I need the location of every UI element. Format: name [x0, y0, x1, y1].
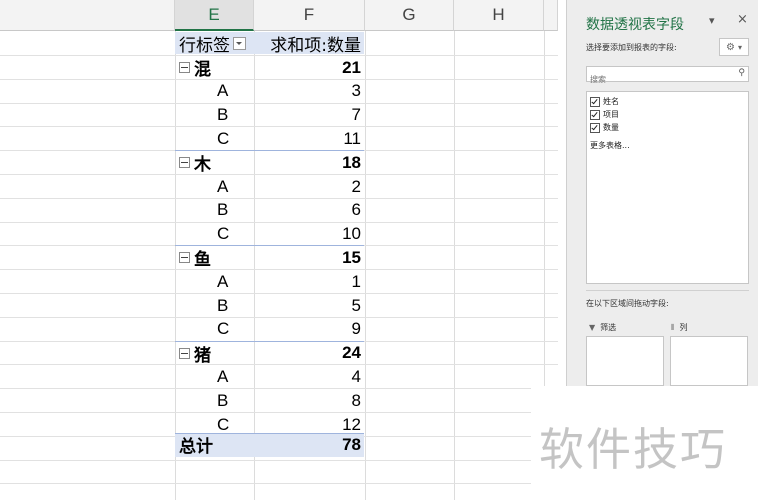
- item-value[interactable]: 7: [254, 104, 364, 127]
- collapse-minus-icon[interactable]: [179, 347, 190, 359]
- group-name: 鱼: [194, 250, 211, 271]
- item-value[interactable]: 6: [254, 199, 364, 222]
- item-label[interactable]: C: [175, 413, 253, 436]
- group-total[interactable]: 24: [254, 342, 364, 365]
- group-label[interactable]: 猪: [175, 342, 253, 366]
- collapse-minus-icon[interactable]: [179, 252, 190, 264]
- filter-drop-area[interactable]: [586, 336, 664, 386]
- gear-button[interactable]: ⚙ ▾: [719, 38, 749, 56]
- column-header-g[interactable]: G: [365, 0, 454, 31]
- item-label[interactable]: A: [175, 365, 253, 388]
- columns-area-text: 列: [679, 323, 688, 332]
- item-value[interactable]: 11: [254, 127, 364, 150]
- item-value[interactable]: 9: [254, 318, 364, 341]
- pivot-row-label-header[interactable]: 行标签: [175, 32, 253, 56]
- collapse-minus-icon[interactable]: [179, 62, 190, 73]
- item-label[interactable]: B: [175, 389, 253, 412]
- item-label[interactable]: A: [175, 175, 253, 198]
- gear-icon: ⚙: [726, 41, 735, 53]
- group-name: 猪: [194, 345, 211, 366]
- column-header-blank[interactable]: [0, 0, 175, 31]
- grand-total-value[interactable]: 78: [254, 433, 364, 456]
- filter-area-text: 筛选: [600, 323, 617, 332]
- item-value[interactable]: 2: [254, 175, 364, 198]
- chevron-down-icon: ▾: [737, 42, 742, 52]
- columns-icon: ⦀: [671, 322, 675, 332]
- pivot-sum-header[interactable]: 求和项:数量: [254, 32, 364, 56]
- collapse-minus-icon[interactable]: [179, 157, 190, 169]
- filter-area-label: ▼ 筛选: [589, 322, 616, 333]
- field-label: 姓名: [603, 97, 619, 106]
- group-name: 混: [194, 60, 211, 80]
- column-header-f[interactable]: F: [254, 0, 365, 31]
- more-tables-link[interactable]: 更多表格...: [590, 140, 630, 151]
- item-value[interactable]: 8: [254, 389, 364, 412]
- field-label: 项目: [603, 110, 619, 119]
- group-label[interactable]: 木: [175, 151, 253, 176]
- field-list: 姓名 项目 数量 更多表格...: [586, 91, 749, 284]
- grid-row-line: [0, 483, 558, 485]
- spreadsheet-grid[interactable]: E F G H 行标签 求和项:数量 总计 78 混 21 A 3 B 7 C 11 木 18 A 2…: [0, 0, 558, 500]
- item-label[interactable]: C: [175, 127, 253, 150]
- field-search-box[interactable]: ⚲: [586, 66, 749, 87]
- search-input[interactable]: [587, 72, 730, 87]
- column-header-h[interactable]: H: [454, 0, 544, 31]
- item-value[interactable]: 1: [254, 270, 364, 293]
- area-divider: [586, 290, 749, 291]
- columns-area-label: ⦀ 列: [671, 322, 688, 333]
- item-label[interactable]: B: [175, 294, 253, 317]
- columns-drop-area[interactable]: [670, 336, 748, 386]
- group-total[interactable]: 15: [254, 246, 364, 269]
- close-icon[interactable]: ×: [737, 12, 748, 27]
- group-name: 木: [194, 155, 211, 176]
- item-label[interactable]: B: [175, 104, 253, 127]
- checkbox-checked-icon[interactable]: [590, 109, 600, 120]
- checkbox-checked-icon[interactable]: [590, 96, 600, 107]
- filter-dropdown-icon[interactable]: [233, 37, 246, 50]
- drag-hint: 在以下区域间拖动字段:: [586, 299, 669, 308]
- funnel-icon: ▼: [589, 323, 596, 332]
- item-label[interactable]: A: [175, 270, 253, 293]
- group-total[interactable]: 21: [254, 56, 364, 79]
- row-label-header-text: 行标签: [179, 36, 230, 56]
- grid-column-line: [365, 31, 366, 500]
- checkbox-checked-icon[interactable]: [590, 122, 600, 133]
- grid-column-line: [454, 31, 455, 500]
- group-total[interactable]: 18: [254, 151, 364, 174]
- item-label[interactable]: C: [175, 318, 253, 341]
- grand-total-label[interactable]: 总计: [175, 433, 253, 457]
- item-value[interactable]: 5: [254, 294, 364, 317]
- item-value[interactable]: 4: [254, 365, 364, 388]
- group-label[interactable]: 鱼: [175, 246, 253, 271]
- pane-title: 数据透视表字段: [586, 17, 684, 33]
- pane-menu-chevron-icon[interactable]: ▾: [709, 14, 715, 27]
- item-value[interactable]: 12: [254, 413, 364, 436]
- search-icon[interactable]: ⚲: [738, 68, 745, 78]
- grid-row-line: [0, 459, 558, 461]
- pane-subtitle: 选择要添加到报表的字段:: [586, 43, 677, 52]
- field-item-quantity[interactable]: 数量: [590, 122, 619, 133]
- item-label[interactable]: B: [175, 199, 253, 222]
- group-label[interactable]: 混: [175, 56, 253, 80]
- item-label[interactable]: C: [175, 223, 253, 246]
- field-item-name[interactable]: 姓名: [590, 96, 619, 107]
- watermark-text: 软件技巧: [539, 423, 728, 476]
- item-value[interactable]: 10: [254, 223, 364, 246]
- item-value[interactable]: 3: [254, 80, 364, 103]
- column-header-e[interactable]: E: [175, 0, 254, 31]
- item-label[interactable]: A: [175, 80, 253, 103]
- column-header-next[interactable]: [544, 0, 558, 31]
- field-label: 数量: [603, 123, 619, 132]
- field-item-project[interactable]: 项目: [590, 109, 619, 120]
